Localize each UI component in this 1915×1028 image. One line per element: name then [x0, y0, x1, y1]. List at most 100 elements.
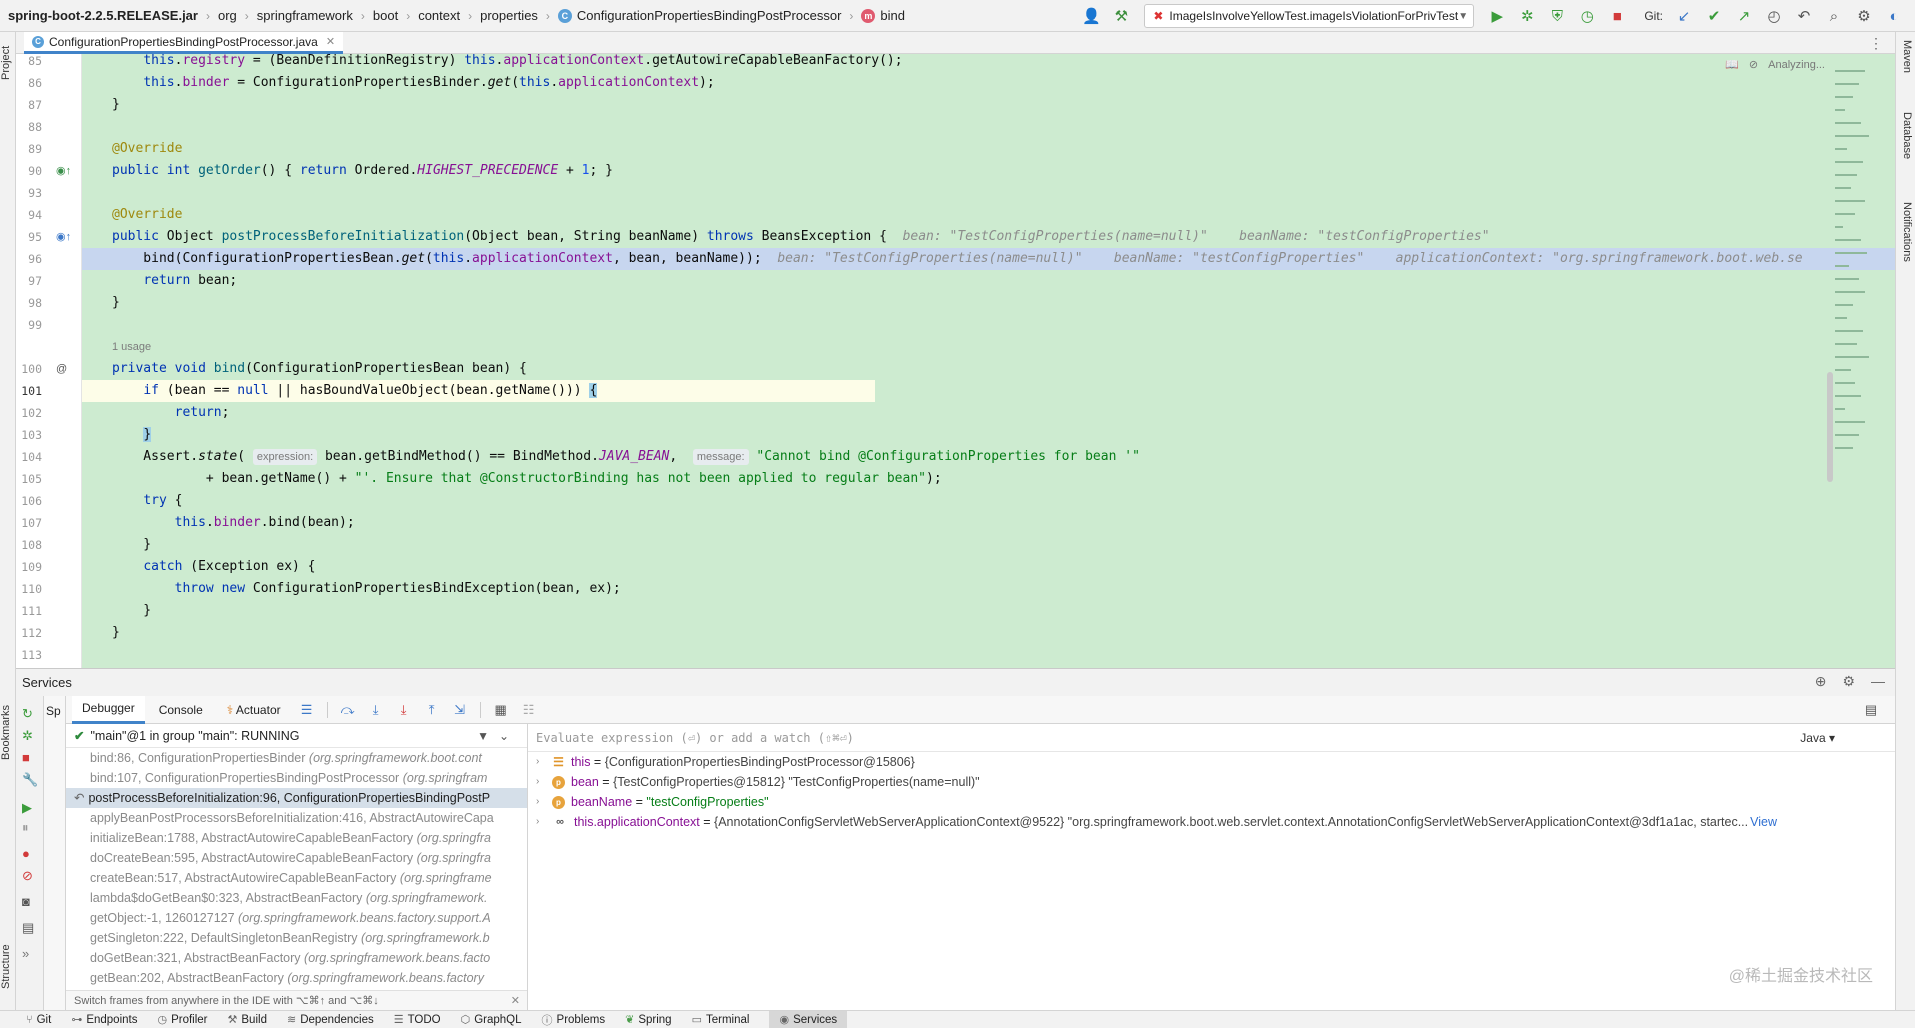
- code-line[interactable]: public Object postProcessBeforeInitializ…: [82, 226, 1895, 248]
- git-push-icon[interactable]: ↗: [1731, 4, 1757, 28]
- code-line[interactable]: }: [82, 94, 1895, 116]
- view-link[interactable]: View: [1750, 812, 1777, 832]
- thread-selector[interactable]: ✔ "main"@1 in group "main": RUNNING ▼ ⌄: [66, 724, 527, 748]
- git-tool-button[interactable]: ⑂ Git: [26, 1014, 51, 1026]
- variable-row[interactable]: › ∞ this.applicationContext = {Annotatio…: [528, 812, 1895, 832]
- more-vertical-icon[interactable]: ⋮: [1869, 35, 1883, 52]
- breadcrumb-method[interactable]: m bind: [861, 8, 905, 23]
- code-line[interactable]: [82, 116, 1895, 138]
- spring-tool-button[interactable]: ❦ Spring: [625, 1013, 671, 1027]
- variables-panel[interactable]: Evaluate expression (⏎) or add a watch (…: [528, 724, 1895, 1010]
- code-line[interactable]: @Override: [82, 204, 1895, 226]
- bookmarks-tool-tab[interactable]: Bookmarks: [0, 692, 16, 772]
- breadcrumb-springframework[interactable]: springframework: [257, 8, 353, 23]
- override-icon[interactable]: ◉↑: [56, 226, 71, 248]
- code-line[interactable]: try {: [82, 490, 1895, 512]
- minimize-icon[interactable]: —: [1871, 673, 1885, 690]
- user-icon[interactable]: 👤: [1078, 4, 1104, 28]
- code-line[interactable]: return bean;: [82, 270, 1895, 292]
- frame-row[interactable]: getSingleton:222, DefaultSingletonBeanRe…: [66, 928, 527, 948]
- camera-icon[interactable]: ◙: [22, 894, 30, 909]
- debug-icon[interactable]: ✲: [1514, 4, 1540, 28]
- pause-icon[interactable]: ⏸: [22, 820, 29, 836]
- close-icon[interactable]: ✕: [511, 991, 520, 1010]
- force-step-into-icon[interactable]: ⤓: [392, 698, 416, 722]
- code-line[interactable]: this.binder.bind(bean);: [82, 512, 1895, 534]
- frame-row[interactable]: initializeBean:1788, AbstractAutowireCap…: [66, 828, 527, 848]
- frame-row[interactable]: doGetBean:321, AbstractBeanFactory (org.…: [66, 948, 527, 968]
- usage-count[interactable]: 1 usage: [112, 336, 151, 358]
- rollback-icon[interactable]: ↶: [1791, 4, 1817, 28]
- code-line[interactable]: this.binder = ConfigurationPropertiesBin…: [82, 72, 1895, 94]
- code-line[interactable]: public int getOrder() { return Ordered.H…: [82, 160, 1895, 182]
- code-line[interactable]: [82, 182, 1895, 204]
- run-icon[interactable]: ▶: [1484, 4, 1510, 28]
- layout-settings-icon[interactable]: ▤: [1859, 698, 1883, 722]
- variable-row[interactable]: › p beanName = "testConfigProperties": [528, 792, 1895, 812]
- trace-icon[interactable]: ☷: [517, 698, 541, 722]
- stop-icon[interactable]: ■: [1604, 4, 1630, 28]
- code-editor[interactable]: 85 86 87 88 89 90 ◉↑ 93 94 95 ◉↑ 96 97 9…: [16, 54, 1895, 668]
- reader-mode-icon[interactable]: 📖: [1725, 58, 1739, 71]
- code-line[interactable]: + bean.getName() + "'. Ensure that @Cons…: [82, 468, 1895, 490]
- git-commit-icon[interactable]: ✔: [1701, 4, 1727, 28]
- code-area[interactable]: this.registry = (BeanDefinitionRegistry)…: [82, 54, 1895, 668]
- code-line[interactable]: Assert.state( expression: bean.getBindMe…: [82, 446, 1895, 468]
- services-tree[interactable]: Sp: [44, 696, 66, 1010]
- code-line[interactable]: this.registry = (BeanDefinitionRegistry)…: [82, 54, 1895, 72]
- breadcrumb-org[interactable]: org: [218, 8, 237, 23]
- frame-row[interactable]: applyBeanPostProcessorsBeforeInitializat…: [66, 808, 527, 828]
- breadcrumb-jar[interactable]: spring-boot-2.2.5.RELEASE.jar: [8, 8, 198, 23]
- gear-icon[interactable]: ⚙: [1851, 4, 1877, 28]
- evaluate-table-icon[interactable]: ▦: [489, 698, 513, 722]
- crosshair-icon[interactable]: ⊕: [1815, 673, 1827, 690]
- variable-row[interactable]: › p bean = {TestConfigProperties@15812} …: [528, 772, 1895, 792]
- breadcrumb-boot[interactable]: boot: [373, 8, 398, 23]
- caret-line[interactable]: if (bean == null || hasBoundValueObject(…: [82, 380, 875, 402]
- expand-arrow-icon[interactable]: ›: [536, 772, 552, 792]
- maven-tool-tab[interactable]: Maven: [1897, 40, 1913, 90]
- services-tool-button[interactable]: ◉ Services: [769, 1010, 848, 1028]
- breadcrumb-context[interactable]: context: [418, 8, 460, 23]
- debug-icon[interactable]: ✲: [22, 728, 33, 744]
- code-line[interactable]: }: [82, 622, 1895, 644]
- terminal-tool-button[interactable]: ▭ Terminal: [692, 1013, 750, 1027]
- code-line[interactable]: [82, 644, 1895, 666]
- code-line[interactable]: throw new ConfigurationPropertiesBindExc…: [82, 578, 1895, 600]
- step-out-icon[interactable]: ⤒: [420, 698, 444, 722]
- code-line[interactable]: }: [82, 292, 1895, 314]
- problems-tool-button[interactable]: ⓘ Problems: [542, 1012, 606, 1028]
- database-tool-tab[interactable]: Database: [1897, 112, 1913, 182]
- coverage-icon[interactable]: ⛨: [1544, 4, 1570, 28]
- code-line[interactable]: [82, 314, 1895, 336]
- breadcrumb-class[interactable]: C ConfigurationPropertiesBindingPostProce…: [557, 8, 841, 23]
- code-line[interactable]: private void bind(ConfigurationPropertie…: [82, 358, 1895, 380]
- mute-breakpoints-icon[interactable]: ⊘: [22, 868, 33, 884]
- git-update-icon[interactable]: ↙: [1671, 4, 1697, 28]
- profile-icon[interactable]: ◷: [1574, 4, 1600, 28]
- wrench-icon[interactable]: 🔧: [22, 772, 38, 788]
- more-icon[interactable]: »: [22, 946, 29, 961]
- expand-arrow-icon[interactable]: ›: [536, 812, 552, 832]
- editor-tab-file[interactable]: C ConfigurationPropertiesBindingPostProc…: [24, 32, 344, 54]
- history-icon[interactable]: ◴: [1761, 4, 1787, 28]
- execution-line[interactable]: bind(ConfigurationPropertiesBean.get(thi…: [82, 248, 1895, 270]
- expand-arrow-icon[interactable]: ›: [536, 752, 552, 772]
- rerun-icon[interactable]: ↻: [22, 706, 33, 722]
- variable-row[interactable]: › ☰ this = {ConfigurationPropertiesBindi…: [528, 752, 1895, 772]
- frame-row[interactable]: getBean:202, AbstractBeanFactory (org.sp…: [66, 968, 527, 988]
- code-line[interactable]: return;: [82, 402, 1895, 424]
- code-minimap[interactable]: [1835, 70, 1875, 470]
- step-into-icon[interactable]: ⤓: [364, 698, 388, 722]
- run-to-cursor-icon[interactable]: ⇲: [448, 698, 472, 722]
- code-line[interactable]: }: [82, 534, 1895, 556]
- build-hammer-icon[interactable]: ⚒: [1108, 4, 1134, 28]
- tab-debugger[interactable]: Debugger: [72, 695, 145, 724]
- build-tool-button[interactable]: ⚒ Build: [228, 1013, 267, 1027]
- frame-row[interactable]: createBean:517, AbstractAutowireCapableB…: [66, 868, 527, 888]
- graphql-tool-button[interactable]: ⬡ GraphQL: [461, 1013, 522, 1027]
- todo-tool-button[interactable]: ☰ TODO: [394, 1013, 441, 1027]
- frame-row[interactable]: lambda$doGetBean$0:323, AbstractBeanFact…: [66, 888, 527, 908]
- expand-arrow-icon[interactable]: ›: [536, 792, 552, 812]
- override-icon[interactable]: ◉↑: [56, 160, 71, 182]
